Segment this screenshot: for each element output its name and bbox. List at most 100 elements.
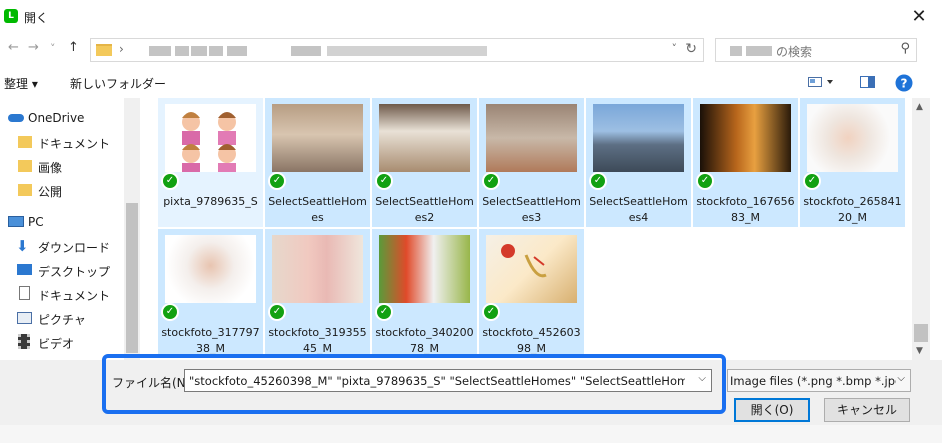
preview-pane-icon[interactable] (860, 76, 876, 92)
file-item[interactable]: ✓ stockfoto_31779738_M (158, 229, 263, 358)
line-app-icon: L (4, 9, 18, 23)
sync-status-icon: ✓ (696, 172, 714, 190)
scroll-down-arrow[interactable]: ▼ (916, 346, 923, 356)
command-toolbar: 整理 ▾ 新しいフォルダー ? (0, 66, 942, 98)
scrollbar-thumb[interactable] (126, 203, 138, 353)
redacted-text (730, 46, 742, 56)
search-placeholder: の検索 (776, 45, 813, 59)
file-name: SelectSeattleHomes4 (589, 195, 688, 224)
sidebar-item-downloads[interactable]: ⬇ ダウンロード (0, 236, 124, 258)
title-bar: L 開く ✕ (0, 0, 942, 34)
refresh-icon[interactable]: ↻ (685, 41, 697, 57)
file-name: stockfoto_45260398_M (482, 326, 581, 355)
file-item[interactable]: ✓ SelectSeattleHomes2 (372, 98, 477, 227)
file-item[interactable]: ✓ SelectSeattleHomes4 (586, 98, 691, 227)
sync-status-icon: ✓ (161, 172, 179, 190)
search-box[interactable]: の検索 ⚲ (715, 38, 917, 62)
video-icon (18, 334, 30, 349)
organize-button[interactable]: 整理 ▾ (4, 75, 38, 92)
download-icon: ⬇ (16, 237, 29, 255)
background-window-strip (0, 425, 942, 443)
chevron-down-icon[interactable]: ˅ (672, 42, 678, 55)
search-icon[interactable]: ⚲ (900, 41, 910, 56)
sidebar-item-documents[interactable]: ドキュメント (0, 132, 124, 154)
sidebar-item-images[interactable]: 画像 (0, 156, 124, 178)
thumbnail (700, 104, 791, 172)
back-button[interactable]: ← (8, 40, 19, 55)
new-folder-button[interactable]: 新しいフォルダー (70, 75, 166, 92)
file-name: stockfoto_31779738_M (161, 326, 260, 355)
sync-status-icon: ✓ (482, 172, 500, 190)
redacted-path (149, 46, 171, 56)
file-name: SelectSeattleHomes2 (375, 195, 474, 224)
sidebar-item-pc[interactable]: PC (0, 212, 124, 234)
navigation-row: ← → ˅ ↑ › ˅ ↻ の検索 ⚲ (0, 34, 942, 64)
window-title: 開く (24, 11, 49, 25)
thumbnail (486, 104, 577, 172)
view-options-icon[interactable] (808, 76, 836, 91)
sidebar-item-desktop[interactable]: デスクトップ (0, 260, 124, 282)
scrollbar-thumb[interactable] (914, 324, 928, 342)
file-item[interactable]: ✓ SelectSeattleHomes (265, 98, 370, 227)
redacted-path (291, 46, 321, 56)
scroll-up-arrow[interactable]: ▲ (916, 102, 923, 112)
sync-status-icon: ✓ (589, 172, 607, 190)
address-bar[interactable]: › ˅ ↻ (90, 38, 704, 62)
open-button[interactable]: 開く(O) (734, 398, 810, 422)
sync-status-icon: ✓ (803, 172, 821, 190)
sidebar-item-public[interactable]: 公開 (0, 180, 124, 202)
recent-locations-button[interactable]: ˅ (50, 42, 56, 55)
folder-icon (96, 44, 112, 56)
filetype-select[interactable]: Image files (*.png *.bmp *.jpg *. ⌵ (727, 369, 911, 392)
file-item[interactable]: ✓ stockfoto_34020078_M (372, 229, 477, 358)
sidebar-item-documents-pc[interactable]: ドキュメント (0, 284, 124, 306)
file-item[interactable]: ✓ stockfoto_31935545_M (265, 229, 370, 358)
redacted-path (175, 46, 189, 56)
thumbnail (165, 235, 256, 303)
file-name: stockfoto_34020078_M (375, 326, 474, 355)
navigation-scrollbar[interactable] (124, 98, 140, 360)
close-button[interactable]: ✕ (904, 4, 934, 30)
pictures-icon (17, 312, 32, 324)
cloud-icon (8, 114, 24, 122)
redacted-path (191, 46, 207, 56)
folder-icon (18, 184, 32, 196)
redacted-path (327, 46, 487, 56)
thumbnail (379, 104, 470, 172)
file-name: SelectSeattleHomes3 (482, 195, 581, 224)
folder-icon (18, 160, 32, 172)
file-item[interactable]: ✓ stockfoto_16765683_M (693, 98, 798, 227)
sidebar-item-videos[interactable]: ビデオ (0, 332, 124, 354)
redacted-path (227, 46, 247, 56)
sync-status-icon: ✓ (268, 303, 286, 321)
desktop-icon (17, 264, 32, 275)
sidebar-item-pictures[interactable]: ピクチャ (0, 308, 124, 330)
svg-text:?: ? (901, 77, 908, 91)
forward-button[interactable]: → (28, 40, 39, 55)
redacted-text (746, 46, 772, 56)
file-item[interactable]: ✓ stockfoto_26584120_M (800, 98, 905, 227)
file-item[interactable]: ✓ stockfoto_45260398_M (479, 229, 584, 358)
cancel-button[interactable]: キャンセル (824, 398, 910, 422)
help-icon[interactable]: ? (895, 74, 913, 95)
chevron-down-icon: ⌵ (897, 373, 905, 384)
thumbnail (593, 104, 684, 172)
file-item[interactable]: ✓ pixta_9789635_S (158, 98, 263, 227)
document-icon (19, 286, 30, 300)
thumbnail (165, 104, 256, 172)
up-button[interactable]: ↑ (68, 40, 79, 55)
breadcrumb-separator: › (119, 42, 124, 56)
sync-status-icon: ✓ (161, 303, 179, 321)
filename-highlight-box (102, 354, 726, 414)
content-scrollbar[interactable]: ▲ ▼ (912, 98, 930, 360)
file-name: stockfoto_26584120_M (803, 195, 902, 224)
file-item[interactable]: ✓ SelectSeattleHomes3 (479, 98, 584, 227)
sidebar-item-onedrive[interactable]: OneDrive (0, 108, 124, 130)
redacted-path (209, 46, 223, 56)
folder-icon (18, 136, 32, 148)
computer-icon (8, 216, 24, 227)
file-name: stockfoto_16765683_M (696, 195, 795, 224)
thumbnail (272, 235, 363, 303)
thumbnail (379, 235, 470, 303)
file-name: stockfoto_31935545_M (268, 326, 367, 355)
